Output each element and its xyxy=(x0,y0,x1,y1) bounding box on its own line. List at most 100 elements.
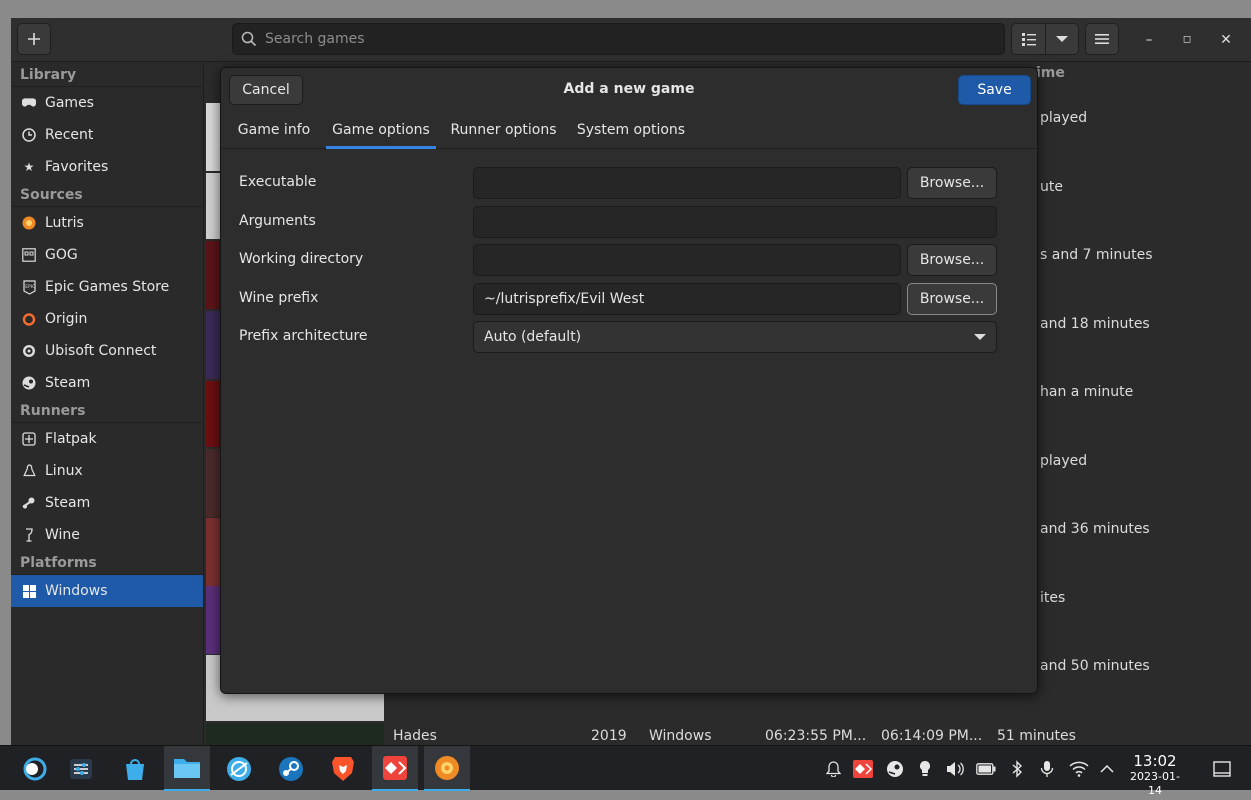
notifications-icon[interactable] xyxy=(822,758,844,780)
sidebar-item-label: Steam xyxy=(45,495,91,511)
sidebar-item-epic-games-store[interactable]: EPIC Epic Games Store xyxy=(11,271,203,303)
sidebar-item-games[interactable]: Games xyxy=(11,87,203,119)
column-header-playtime[interactable]: ime xyxy=(1036,65,1065,81)
minimize-button[interactable]: – xyxy=(1139,30,1159,50)
sidebar-item-wine[interactable]: Wine xyxy=(11,519,203,551)
list-view-icon[interactable] xyxy=(1012,31,1045,47)
wine-prefix-field[interactable] xyxy=(473,283,901,315)
sidebar-item-label: Games xyxy=(45,95,94,111)
game-year: 2019 xyxy=(591,728,627,744)
app-launcher-icon xyxy=(23,757,47,780)
volume-icon[interactable] xyxy=(944,758,966,780)
executable-label: Executable xyxy=(239,174,317,190)
steam-icon xyxy=(279,756,303,781)
anydesk-tray-icon[interactable] xyxy=(852,758,874,780)
sidebar-item-label: Flatpak xyxy=(45,431,97,447)
chevron-up-icon[interactable] xyxy=(1096,758,1118,780)
app-launcher-button[interactable] xyxy=(12,746,58,791)
network-browser-button[interactable] xyxy=(216,746,262,791)
sidebar-item-steam-source[interactable]: Steam xyxy=(11,367,203,399)
search-box[interactable] xyxy=(232,23,1005,55)
browse-working-directory-button[interactable]: Browse... xyxy=(907,244,997,276)
working-directory-field[interactable] xyxy=(473,244,901,276)
hades-banner[interactable] xyxy=(206,723,384,745)
steam-taskbar-button[interactable] xyxy=(268,746,314,791)
origin-icon xyxy=(22,312,36,326)
show-desktop-icon[interactable] xyxy=(1211,758,1233,780)
add-game-dialog: Cancel Add a new game Save Game info Gam… xyxy=(220,67,1038,694)
tab-game-info[interactable]: Game info xyxy=(229,113,319,149)
gog-icon xyxy=(22,248,36,262)
search-input[interactable] xyxy=(265,31,965,47)
discover-button[interactable] xyxy=(112,746,158,791)
tab-runner-options[interactable]: Runner options xyxy=(446,113,561,149)
save-button[interactable]: Save xyxy=(958,75,1031,105)
view-toggle[interactable] xyxy=(1011,23,1079,55)
lutris-taskbar-button[interactable] xyxy=(424,746,470,791)
tab-game-options[interactable]: Game options xyxy=(326,113,436,149)
anydesk-icon xyxy=(383,755,407,780)
clock[interactable]: 13:02 2023-01-14 xyxy=(1124,752,1186,798)
sidebar-item-linux[interactable]: Linux xyxy=(11,455,203,487)
taskbar: 13:02 2023-01-14 xyxy=(0,745,1251,797)
svg-text:EPIC: EPIC xyxy=(25,284,35,290)
sidebar-item-lutris[interactable]: Lutris xyxy=(11,207,203,239)
system-settings-button[interactable] xyxy=(58,746,104,791)
brave-browser-button[interactable] xyxy=(320,746,366,791)
dolphin-file-manager-button[interactable] xyxy=(164,746,210,791)
browse-executable-button[interactable]: Browse... xyxy=(907,167,997,199)
dialog-tabs: Game info Game options Runner options Sy… xyxy=(221,113,1037,149)
sidebar-item-ubisoft-connect[interactable]: Ubisoft Connect xyxy=(11,335,203,367)
anydesk-button[interactable] xyxy=(372,746,418,791)
network-browser-icon xyxy=(227,756,251,781)
sidebar-item-steam-runner[interactable]: Steam xyxy=(11,487,203,519)
lightbulb-icon[interactable] xyxy=(914,758,936,780)
arguments-field[interactable] xyxy=(473,206,997,238)
maximize-button[interactable]: ◻ xyxy=(1177,30,1197,50)
steam-runner-icon xyxy=(22,496,36,510)
sidebar-item-label: GOG xyxy=(45,247,78,263)
add-game-button[interactable] xyxy=(17,23,51,55)
clock-icon xyxy=(22,128,36,142)
star-icon: ★ xyxy=(23,160,35,174)
steam-tray-icon[interactable] xyxy=(884,758,906,780)
game-installed-at: 06:14:09 PM... xyxy=(881,728,983,744)
sidebar-item-label: Recent xyxy=(45,127,94,143)
browse-wine-prefix-button[interactable]: Browse... xyxy=(907,283,997,315)
playtime-cell: han a minute xyxy=(1040,384,1134,400)
sidebar: Library Games Recent ★ Favorites Sources… xyxy=(11,63,204,745)
sidebar-item-gog[interactable]: GOG xyxy=(11,239,203,271)
section-title-runners: Runners xyxy=(11,399,203,423)
system-settings-icon xyxy=(70,758,92,779)
executable-field[interactable] xyxy=(473,167,901,199)
sidebar-item-label: Wine xyxy=(45,527,80,543)
battery-icon[interactable] xyxy=(975,758,997,780)
sidebar-item-flatpak[interactable]: Flatpak xyxy=(11,423,203,455)
playtime-cell: and 36 minutes xyxy=(1040,521,1150,537)
playtime-cell: s and 7 minutes xyxy=(1040,247,1153,263)
bluetooth-icon[interactable] xyxy=(1006,758,1028,780)
windows-icon xyxy=(22,584,36,598)
brave-icon xyxy=(332,756,354,781)
lutris-icon xyxy=(22,216,36,230)
linux-icon xyxy=(22,463,36,478)
sidebar-item-windows[interactable]: Windows xyxy=(11,575,203,607)
sidebar-item-origin[interactable]: Origin xyxy=(11,303,203,335)
clock-time: 13:02 xyxy=(1133,752,1177,770)
sidebar-item-recent[interactable]: Recent xyxy=(11,119,203,151)
view-options-dropdown-icon[interactable] xyxy=(1046,36,1078,42)
wifi-icon[interactable] xyxy=(1068,758,1090,780)
sidebar-item-label: Ubisoft Connect xyxy=(45,343,157,359)
sidebar-item-favorites[interactable]: ★ Favorites xyxy=(11,151,203,183)
playtime-cell: and 18 minutes xyxy=(1040,316,1150,332)
game-name: Hades xyxy=(393,728,437,744)
main-menu-button[interactable] xyxy=(1085,23,1119,55)
close-button[interactable]: ✕ xyxy=(1216,30,1236,50)
prefix-architecture-select[interactable]: Auto (default) xyxy=(473,321,997,353)
section-title-sources: Sources xyxy=(11,183,203,207)
tab-system-options[interactable]: System options xyxy=(572,113,690,149)
search-icon xyxy=(241,31,257,47)
playtime-column: ime played ute s and 7 minutes and 18 mi… xyxy=(1036,63,1251,745)
working-directory-label: Working directory xyxy=(239,251,364,267)
microphone-icon[interactable] xyxy=(1036,758,1058,780)
